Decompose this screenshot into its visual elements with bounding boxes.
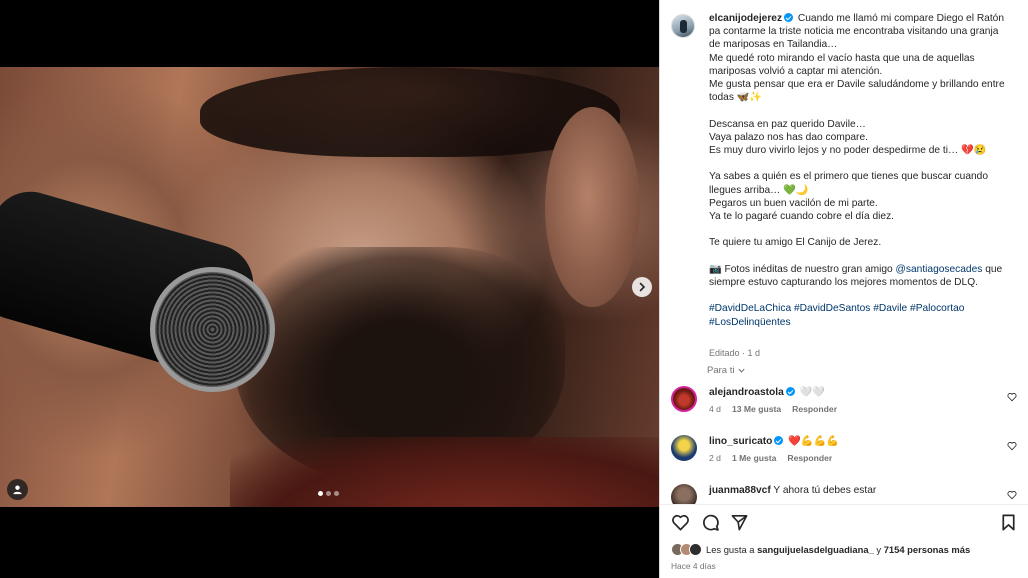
share-icon[interactable] [730, 513, 749, 532]
reply-button[interactable]: Responder [792, 404, 837, 414]
verified-badge-icon [774, 436, 784, 445]
mention-link[interactable]: @santiagosecades [896, 264, 983, 275]
comment-username[interactable]: alejandroastola [709, 387, 784, 398]
likes-summary[interactable]: Les gusta a sanguijuelasdelguadiana_ y 7… [671, 543, 970, 556]
carousel-indicator [318, 491, 339, 496]
avatar[interactable] [671, 484, 697, 504]
post-photo[interactable] [0, 67, 659, 507]
avatar [689, 543, 702, 556]
post-side-panel: elcanijodejerez Cuando me llamó mi compa… [659, 0, 1028, 578]
comment-icon[interactable] [701, 513, 720, 532]
comment-username[interactable]: lino_suricato [709, 436, 772, 447]
liker-username[interactable]: sanguijuelasdelguadiana_ [757, 544, 874, 555]
author-username[interactable]: elcanijodejerez [709, 13, 782, 24]
likes-count[interactable]: 7154 personas más [884, 544, 971, 555]
next-arrow-icon [639, 282, 646, 292]
carousel-dot [334, 491, 339, 496]
verified-badge-icon [785, 387, 795, 396]
tagged-users-button[interactable] [7, 479, 28, 500]
avatar[interactable] [671, 386, 697, 412]
caption-text: elcanijodejerez Cuando me llamó mi compa… [709, 13, 1009, 328]
translation-toggle[interactable]: Para ti [707, 365, 746, 376]
chevron-down-icon [738, 368, 746, 373]
bookmark-icon[interactable] [999, 513, 1018, 532]
comment-username[interactable]: juanma88vcf [709, 485, 771, 496]
heart-icon[interactable] [671, 513, 690, 532]
carousel-dot [318, 491, 323, 496]
carousel-dot [326, 491, 331, 496]
comment-likes-count[interactable]: 1 Me gusta [732, 453, 776, 463]
heart-icon[interactable] [1007, 490, 1017, 500]
heart-icon[interactable] [1007, 441, 1017, 451]
avatar[interactable] [671, 435, 697, 461]
hashtag-links[interactable]: #DavidDeLaChica #DavidDeSantos #Davile #… [709, 302, 1009, 328]
microphone [150, 267, 275, 392]
reply-button[interactable]: Responder [787, 453, 832, 463]
comments-scroll-area[interactable]: elcanijodejerez Cuando me llamó mi compa… [660, 0, 1028, 504]
user-tag-icon [13, 485, 22, 495]
avatar[interactable] [671, 14, 695, 38]
heart-icon[interactable] [1007, 392, 1017, 402]
post-timestamp: Hace 4 días [671, 561, 716, 571]
post-actions-bar: Les gusta a sanguijuelasdelguadiana_ y 7… [660, 504, 1028, 578]
verified-badge-icon [784, 13, 794, 22]
carousel-next-button[interactable] [632, 277, 652, 297]
post-media-panel [0, 0, 659, 578]
comment-likes-count[interactable]: 13 Me gusta [732, 404, 781, 414]
edited-timestamp: Editado · 1 d [709, 348, 761, 358]
